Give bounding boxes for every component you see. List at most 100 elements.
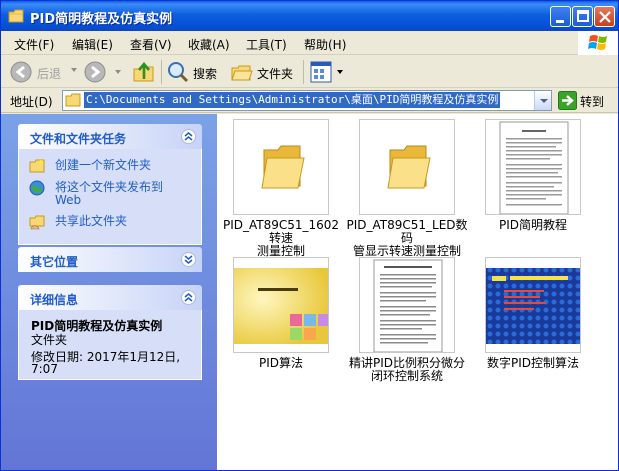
task-publish-web[interactable]: 将这个文件夹发布到 Web: [19, 179, 201, 211]
tasks-panel-header[interactable]: 文件和文件夹任务: [18, 124, 202, 149]
details-panel-body: PID简明教程及仿真实例 文件夹 修改日期: 2017年1月12日, 7:07: [18, 310, 202, 380]
details-title: 详细信息: [30, 293, 79, 307]
file-name-line-1: PID算法: [258, 356, 304, 370]
details-panel-header[interactable]: 详细信息: [18, 285, 202, 310]
share-folder-icon: [29, 215, 45, 230]
content-area: 文件和文件夹任务 创建一个新文件夹 将这个文件夹发布到 Web 共享此文件夹 其…: [1, 114, 618, 470]
close-icon: [599, 11, 611, 23]
file-thumbnail: [233, 257, 329, 353]
folders-icon: [231, 65, 253, 81]
back-dropdown-icon[interactable]: [71, 68, 77, 72]
folder-icon: [387, 145, 431, 189]
presentation-slide-icon: [486, 258, 580, 352]
file-thumbnail: [359, 119, 455, 215]
file-thumbnail: [485, 257, 581, 353]
folder-icon: [65, 93, 81, 107]
file-thumbnail: [233, 119, 329, 215]
details-type: 文件夹: [31, 333, 68, 347]
title-bar[interactable]: PID简明教程及仿真实例: [1, 1, 618, 31]
back-button[interactable]: 后退: [7, 58, 77, 86]
address-label: 地址(D): [10, 95, 53, 109]
task-pane: 文件和文件夹任务 创建一个新文件夹 将这个文件夹发布到 Web 共享此文件夹 其…: [1, 114, 217, 470]
back-arrow-icon: [10, 61, 32, 83]
close-button[interactable]: [594, 6, 615, 27]
minimize-icon: [556, 20, 564, 23]
menu-help[interactable]: 帮助(H): [304, 36, 346, 53]
maximize-button[interactable]: [572, 6, 593, 27]
go-label: 转到: [580, 95, 605, 109]
toolbar: 后退 搜索 文件夹: [1, 56, 618, 88]
window-title: PID简明教程及仿真实例: [30, 12, 173, 27]
details-modified-time: 7:07: [31, 362, 58, 376]
file-item-pid-closed-loop[interactable]: 精讲PID比例积分微分 闭环控制系统: [345, 257, 469, 387]
details-panel: 详细信息 PID简明教程及仿真实例 文件夹 修改日期: 2017年1月12日, …: [18, 285, 202, 380]
address-dropdown-button[interactable]: [534, 91, 551, 110]
address-input[interactable]: C:\Documents and Settings\Administrator\…: [62, 90, 552, 111]
search-icon: [168, 62, 189, 83]
views-dropdown-icon[interactable]: [337, 70, 343, 74]
file-name-line-1: PID_AT89C51_1602转速: [222, 218, 340, 245]
search-button[interactable]: 搜索: [165, 58, 223, 86]
menu-view[interactable]: 查看(V): [130, 36, 172, 53]
file-name: PID_AT89C51_LED数码 管显示转速测量控制: [345, 219, 469, 258]
file-thumbnail: [359, 257, 455, 353]
file-name: 数字PID控制算法: [471, 357, 595, 370]
file-name-line-1: PID简明教程: [498, 218, 568, 232]
menu-file[interactable]: 文件(F): [14, 36, 54, 53]
folder-icon: [261, 145, 305, 189]
up-folder-button[interactable]: [131, 58, 157, 86]
menu-favorites[interactable]: 收藏(A): [188, 36, 230, 53]
file-thumbnail: [485, 119, 581, 215]
expand-icon[interactable]: [181, 252, 196, 267]
search-label: 搜索: [193, 67, 218, 81]
collapse-icon[interactable]: [181, 290, 196, 305]
file-item-folder-led[interactable]: PID_AT89C51_LED数码 管显示转速测量控制: [345, 119, 469, 258]
other-places-panel-header[interactable]: 其它位置: [18, 247, 202, 272]
chevron-down-icon: [540, 99, 548, 103]
file-view: PID_AT89C51_1602转速 测量控制 PID_AT89C51_LED数…: [217, 114, 618, 470]
file-item-pid-algorithm[interactable]: PID算法: [219, 257, 343, 387]
toolbar-separator: [161, 60, 162, 84]
toolbar-separator: [303, 60, 304, 84]
tasks-panel-title: 文件和文件夹任务: [30, 132, 127, 146]
address-path[interactable]: C:\Documents and Settings\Administrator\…: [84, 92, 501, 108]
menu-edit[interactable]: 编辑(E): [72, 36, 113, 53]
forward-dropdown-icon[interactable]: [115, 70, 121, 74]
menu-bar: 文件(F) 编辑(E) 查看(V) 收藏(A) 工具(T) 帮助(H): [1, 31, 618, 55]
folders-button[interactable]: 文件夹: [229, 58, 297, 86]
menu-tools[interactable]: 工具(T): [246, 36, 287, 53]
forward-button[interactable]: [83, 58, 125, 86]
back-label: 后退: [37, 67, 62, 81]
globe-icon: [29, 180, 45, 196]
presentation-slide-icon: [234, 258, 328, 352]
document-page-icon: [499, 121, 569, 214]
file-name-line-2: 闭环控制系统: [370, 369, 443, 383]
tasks-panel-body: 创建一个新文件夹 将这个文件夹发布到 Web 共享此文件夹: [18, 149, 202, 245]
new-folder-icon: [29, 159, 45, 173]
file-item-digital-pid[interactable]: 数字PID控制算法: [471, 257, 595, 387]
file-name: PID简明教程: [471, 219, 595, 232]
views-icon: [310, 61, 332, 83]
other-places-title: 其它位置: [30, 255, 79, 269]
task-new-folder[interactable]: 创建一个新文件夹: [19, 157, 201, 175]
tasks-panel: 文件和文件夹任务 创建一个新文件夹 将这个文件夹发布到 Web 共享此文件夹: [18, 124, 202, 245]
windows-logo-icon: [578, 31, 618, 55]
forward-arrow-icon: [84, 61, 106, 83]
file-name: PID算法: [219, 357, 343, 370]
file-item-pid-tutorial[interactable]: PID简明教程: [471, 119, 595, 249]
minimize-button[interactable]: [550, 6, 571, 27]
task-publish-web-label-2: Web: [55, 193, 82, 207]
explorer-window: PID简明教程及仿真实例 文件(F) 编辑(E) 查看(V) 收藏(A) 工具(…: [0, 0, 619, 471]
task-share-folder[interactable]: 共享此文件夹: [19, 213, 201, 231]
address-bar: 地址(D) C:\Documents and Settings\Administ…: [1, 89, 618, 113]
views-button[interactable]: [309, 58, 345, 86]
task-new-folder-label: 创建一个新文件夹: [55, 158, 152, 172]
go-arrow-icon: [558, 91, 577, 110]
file-item-folder-1602[interactable]: PID_AT89C51_1602转速 测量控制: [219, 119, 343, 258]
folder-icon: [8, 9, 24, 23]
folders-label: 文件夹: [257, 67, 294, 81]
file-name-line-1: PID_AT89C51_LED数码: [346, 218, 468, 245]
collapse-icon[interactable]: [181, 129, 196, 144]
other-places-panel: 其它位置: [18, 247, 202, 272]
go-button[interactable]: 转到: [557, 90, 617, 111]
